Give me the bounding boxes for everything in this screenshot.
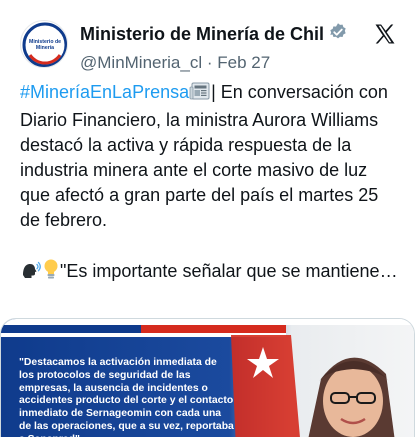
display-name[interactable]: Ministerio de Minería de Chil [80,24,324,45]
name-row: Ministerio de Minería de Chil [80,22,359,47]
post-date[interactable]: Feb 27 [217,53,270,72]
meta-row: @MinMineria_cl · Feb 27 [80,53,359,73]
verified-badge-icon [328,22,348,47]
newspaper-emoji-icon [189,81,211,108]
tweet-card: Ministerio de Minería Ministerio de Mine… [0,0,415,437]
light-bulb-emoji-icon [42,258,60,287]
media-quote-text: "Destacamos la activación inmediata de l… [19,357,234,437]
hashtag-link[interactable]: #MineríaEnLaPrensa [20,82,189,102]
separator: · [206,53,213,72]
paragraph-2: "Es importante señalar que se mantiene… [20,258,402,287]
speaking-head-emoji-icon [20,258,42,287]
x-logo-icon[interactable] [373,22,397,46]
handle[interactable]: @MinMineria_cl [80,53,202,72]
author-block: Ministerio de Minería de Chil @MinMineri… [80,22,359,73]
paragraph-1: #MineríaEnLaPrensa | En conversación con… [20,80,402,233]
media-image[interactable]: "Destacamos la activación inmediata de l… [0,318,415,437]
tweet-text: #MineríaEnLaPrensa | En conversación con… [20,80,402,287]
avatar-text-line2: Minería [36,45,54,51]
avatar[interactable]: Ministerio de Minería [20,20,68,68]
paragraph-2-text: "Es importante señalar que se mantiene… [60,261,398,281]
tweet-header: Ministerio de Minería Ministerio de Mine… [20,20,399,72]
ministry-logo-icon: Ministerio de Minería [22,22,67,67]
